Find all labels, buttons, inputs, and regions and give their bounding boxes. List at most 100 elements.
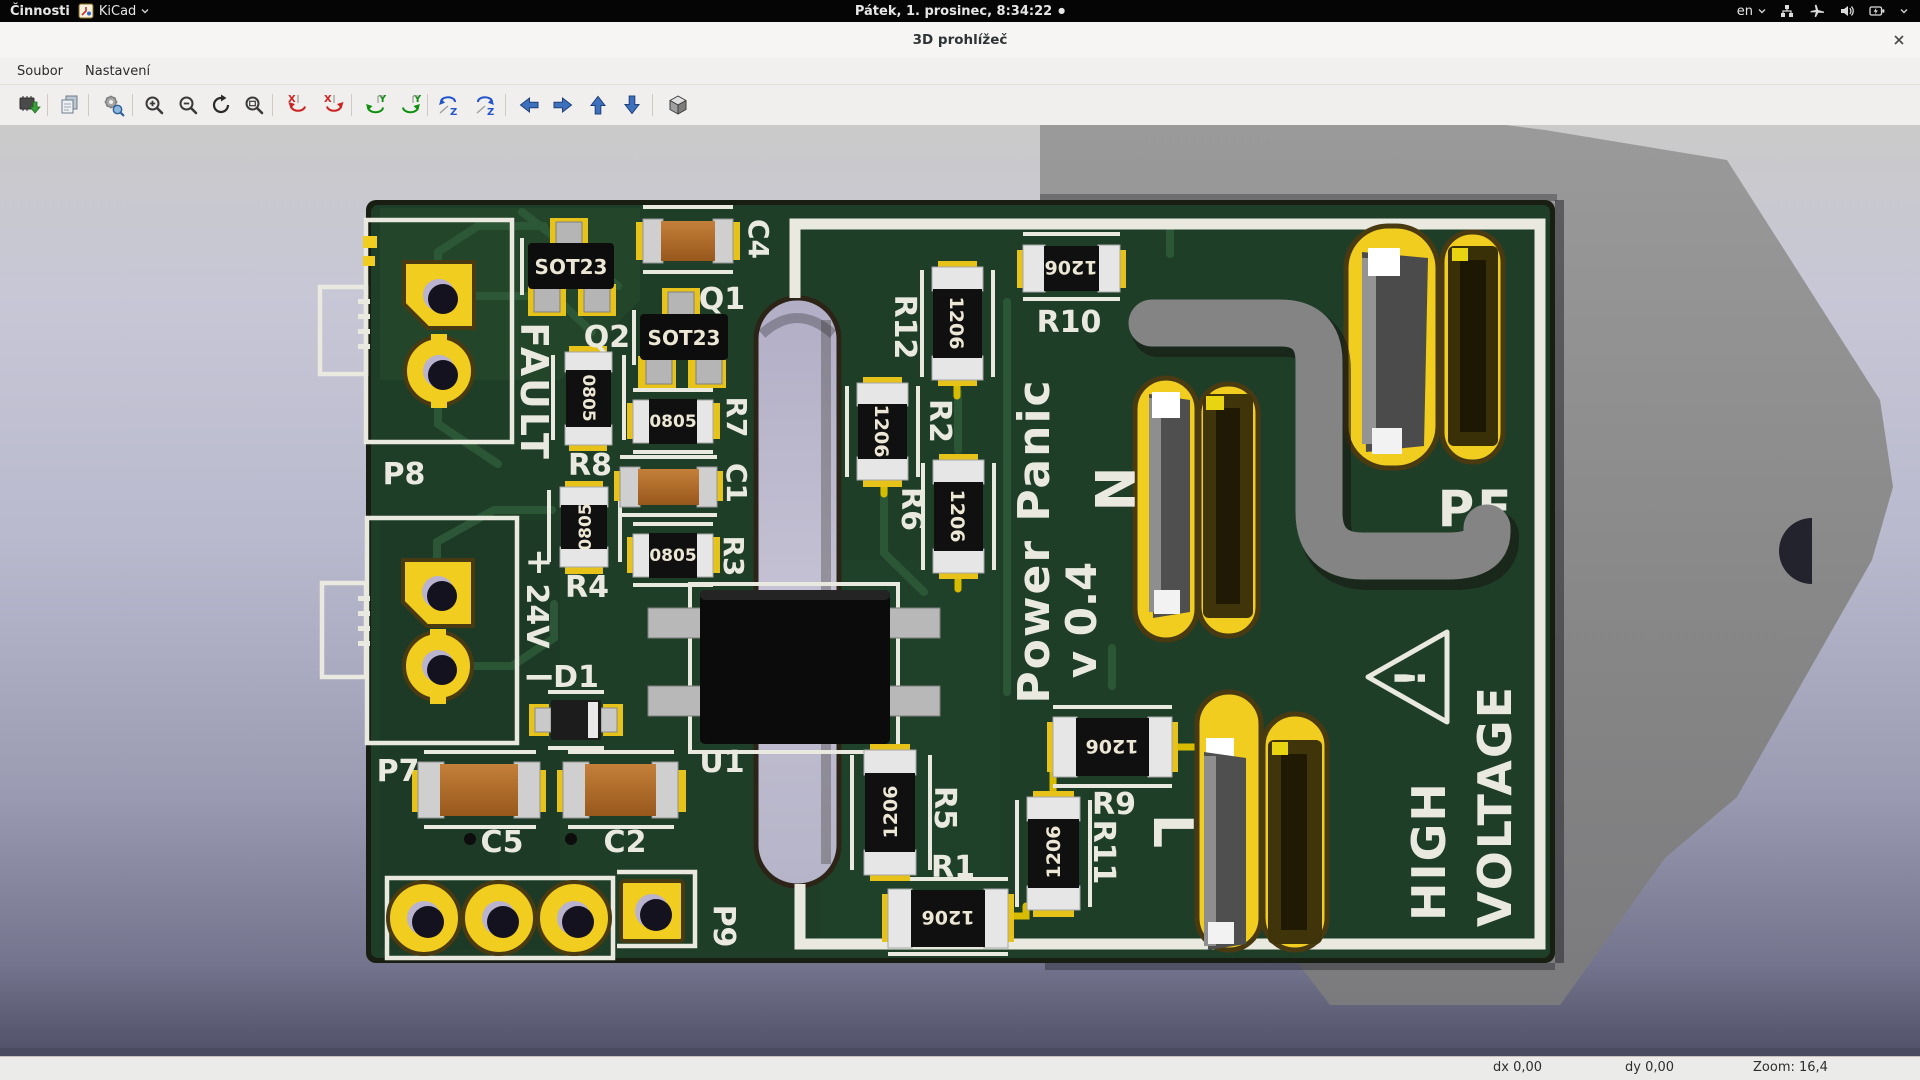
silk-plus-mark: + — [525, 542, 554, 582]
airplane-mode-icon — [1809, 3, 1825, 19]
3d-viewport[interactable]: FAULT P8 P7 P9 Q2 Q1 C4 R8 R4 R7 C1 R3 +… — [0, 125, 1920, 1057]
redraw-button[interactable] — [206, 90, 236, 120]
silk-label-u1: U1 — [699, 745, 744, 780]
pkg-sot23-q1: SOT23 — [648, 326, 721, 350]
silk-label-c5: C5 — [481, 825, 524, 860]
silk-terminal-l: L — [1141, 814, 1204, 848]
menu-file[interactable]: Soubor — [8, 61, 72, 82]
silk-minus-mark: − — [522, 654, 556, 700]
notification-dot: ● — [1058, 0, 1065, 22]
zoom-fit-button[interactable] — [239, 90, 269, 120]
zoom-out-button[interactable] — [173, 90, 203, 120]
terminal-l — [1197, 692, 1327, 950]
terminal-n — [1135, 378, 1258, 640]
pkg-sot23-q2: SOT23 — [535, 255, 608, 279]
pkg-1206-r12: 1206 — [945, 297, 967, 350]
rotate-z-pos-icon: Z — [473, 93, 497, 117]
pkg-1206-r1: 1206 — [922, 906, 975, 928]
silk-label-c4: C4 — [742, 219, 775, 259]
close-button[interactable] — [1890, 31, 1908, 49]
silk-label-r1: R1 — [931, 850, 975, 885]
terminal-pe — [1346, 226, 1503, 468]
move-left-button[interactable] — [514, 90, 544, 120]
chevron-down-icon — [141, 8, 149, 14]
activities-button[interactable]: Činnosti — [10, 0, 70, 22]
silk-label-r3: R3 — [717, 535, 750, 576]
axis-letter-x: X — [324, 94, 332, 105]
pkg-1206-r2: 1206 — [870, 405, 892, 458]
copy-image-button[interactable] — [55, 90, 85, 120]
zoom-out-icon — [176, 93, 200, 117]
menu-preferences[interactable]: Nastavení — [76, 61, 159, 82]
board-shadow-right — [1555, 200, 1564, 963]
status-dx: dx 0,00 — [1493, 1057, 1542, 1079]
silk-label-r4: R4 — [565, 570, 609, 605]
move-right-button[interactable] — [548, 90, 578, 120]
language-label: en — [1737, 4, 1753, 19]
rotate-z-pos-button[interactable]: Z — [470, 90, 500, 120]
menu-bar: Soubor Nastavení — [0, 58, 1920, 85]
pkg-0805-r3: 0805 — [649, 546, 696, 566]
clock-label: Pátek, 1. prosinec, 8:34:22 — [855, 4, 1052, 19]
pkg-1206-r9: 1206 — [1086, 735, 1139, 757]
ortho-view-button[interactable] — [663, 90, 693, 120]
pkg-1206-r5: 1206 — [880, 786, 902, 839]
component-c4 — [636, 219, 740, 263]
toolbar: X X Y Y — [0, 85, 1920, 126]
silk-high-voltage-1: HIGH — [1402, 781, 1456, 921]
rotate-x-neg-button[interactable]: X — [283, 90, 313, 120]
status-bar: dx 0,00 dy 0,00 Zoom: 16,4 — [0, 1056, 1920, 1080]
kicad-app-icon — [78, 3, 94, 19]
component-c5 — [412, 762, 546, 818]
system-tray[interactable] — [1779, 0, 1908, 22]
rotate-y-pos-icon: Y — [399, 93, 423, 117]
chevron-down-icon — [1758, 8, 1766, 14]
zoom-in-button[interactable] — [139, 90, 169, 120]
reload-board-icon — [17, 93, 41, 117]
silk-board-version: v 0.4 — [1057, 562, 1106, 678]
gnome-top-bar: Činnosti KiCad Pátek, 1. prosinec, 8:34:… — [0, 0, 1920, 22]
network-wired-icon — [1779, 3, 1795, 19]
pkg-0805-r4: 0805 — [576, 503, 596, 550]
warning-exclamation: ! — [1386, 668, 1435, 687]
pkg-0805-r7: 0805 — [649, 412, 696, 432]
pkg-0805-r8: 0805 — [578, 374, 598, 421]
battery-charging-icon — [1869, 3, 1886, 19]
arrow-right-icon — [551, 93, 575, 117]
pkg-1206-r6: 1206 — [946, 490, 968, 543]
rotate-y-neg-button[interactable]: Y — [361, 90, 391, 120]
board-shadow-bottom — [1045, 963, 1555, 970]
arrow-down-icon — [620, 93, 644, 117]
chevron-down-icon — [1900, 8, 1908, 14]
silk-label-q2: Q2 — [584, 320, 630, 355]
silk-label-c1: C1 — [720, 463, 753, 503]
rotate-x-pos-button[interactable]: X — [319, 90, 349, 120]
component-c1 — [614, 467, 723, 507]
window-title: 3D prohlížeč — [0, 22, 1920, 58]
silk-label-fault: FAULT — [512, 322, 556, 462]
silk-label-r9: R9 — [1092, 787, 1136, 822]
arrow-left-icon — [517, 93, 541, 117]
silk-label-r10: R10 — [1037, 305, 1102, 340]
clock-button[interactable]: Pátek, 1. prosinec, 8:34:22 ● — [855, 0, 1065, 22]
silk-label-r12: R12 — [887, 295, 922, 360]
render-options-button[interactable] — [98, 90, 128, 120]
axis-letter-z: Z — [487, 107, 494, 117]
silk-label-p7: P7 — [377, 754, 420, 789]
redraw-icon — [209, 93, 233, 117]
keyboard-layout-button[interactable]: en — [1737, 0, 1766, 22]
app-menu[interactable]: KiCad — [78, 0, 149, 22]
kicad-3d-viewer-screen: Činnosti KiCad Pátek, 1. prosinec, 8:34:… — [0, 0, 1920, 1080]
app-menu-label: KiCad — [99, 4, 136, 19]
rotate-y-neg-icon: Y — [364, 93, 388, 117]
reload-board-button[interactable] — [14, 90, 44, 120]
silk-label-d1: D1 — [553, 660, 599, 695]
pkg-1206-r10: 1206 — [1045, 256, 1098, 278]
silk-label-p8: P8 — [383, 457, 426, 492]
move-down-button[interactable] — [617, 90, 647, 120]
axis-letter-z: Z — [450, 107, 457, 117]
silk-board-title: Power Panic — [1009, 378, 1060, 703]
rotate-z-neg-button[interactable]: Z — [433, 90, 463, 120]
rotate-y-pos-button[interactable]: Y — [396, 90, 426, 120]
move-up-button[interactable] — [583, 90, 613, 120]
